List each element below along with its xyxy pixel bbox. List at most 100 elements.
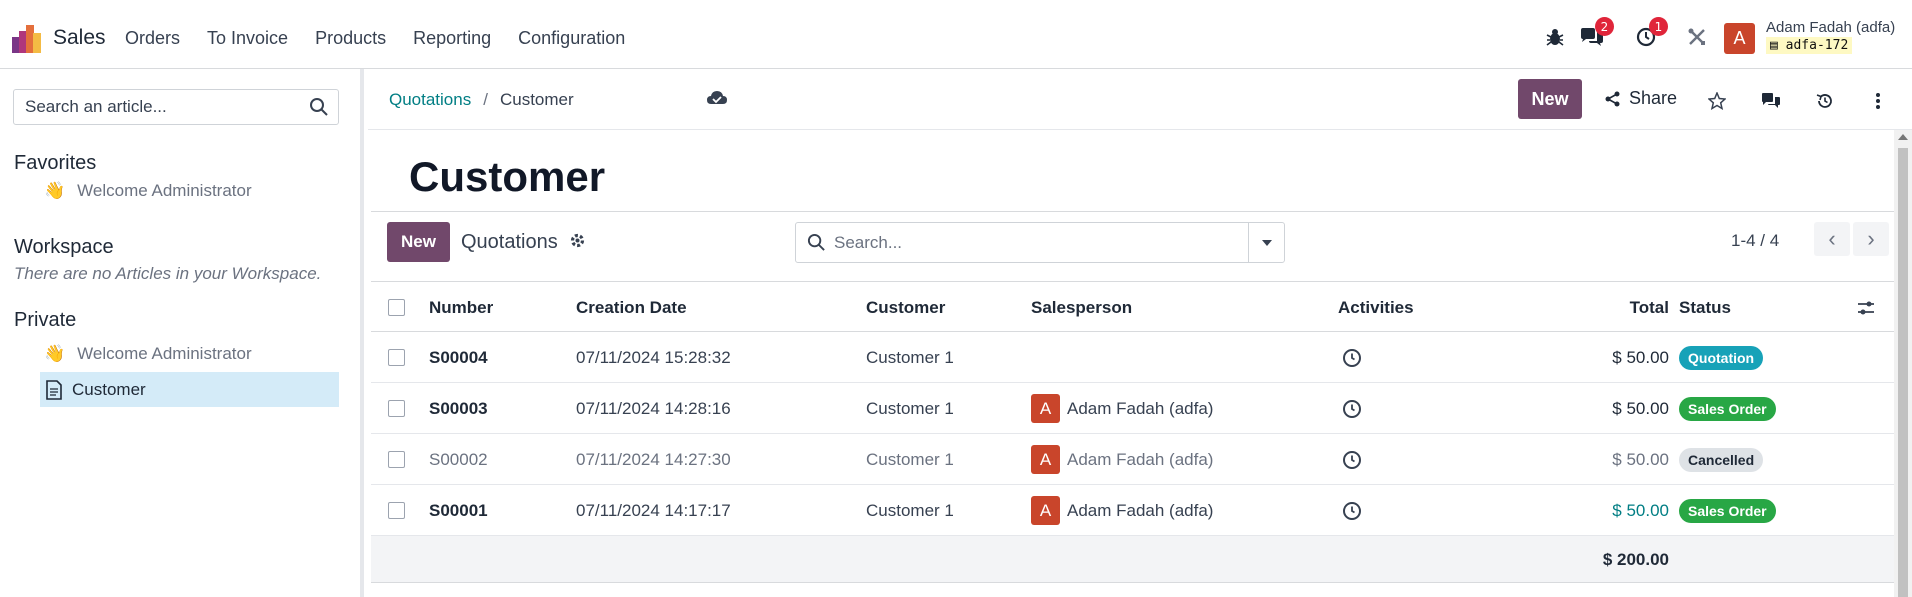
row-number: S00002 [429, 449, 488, 469]
app-name[interactable]: Sales [53, 26, 106, 50]
row-salesperson[interactable]: A Adam Fadah (adfa) [1031, 485, 1213, 536]
row-checkbox[interactable] [388, 349, 405, 366]
row-checkbox[interactable] [388, 400, 405, 417]
status-badge: Sales Order [1679, 396, 1776, 421]
gear-icon[interactable] [569, 232, 586, 249]
chat-count-badge: 2 [1595, 17, 1614, 36]
breadcrumb-quotations-link[interactable]: Quotations [389, 90, 471, 109]
comments-icon[interactable] [1760, 90, 1782, 112]
menu-products[interactable]: Products [315, 28, 386, 49]
column-activities[interactable]: Activities [1338, 282, 1414, 333]
cloud-saved-icon [707, 91, 727, 104]
row-salesperson[interactable]: A Adam Fadah (adfa) [1031, 434, 1213, 485]
column-number[interactable]: Number [429, 282, 493, 333]
row-status: Sales Order [1679, 485, 1776, 536]
chevron-left-icon: ‹ [1828, 226, 1836, 251]
document-icon [46, 379, 62, 400]
column-status[interactable]: Status [1679, 282, 1731, 333]
menu-configuration[interactable]: Configuration [518, 28, 625, 49]
select-all-checkbox[interactable] [388, 299, 405, 316]
table-row[interactable]: S00004 07/11/2024 15:28:32 Customer 1 $ … [371, 332, 1895, 383]
menu-reporting[interactable]: Reporting [413, 28, 491, 49]
user-avatar[interactable]: A [1724, 23, 1755, 54]
breadcrumb-current: Customer [499, 90, 574, 109]
row-customer: Customer 1 [866, 398, 954, 418]
search-icon[interactable] [309, 97, 329, 117]
favorite-item[interactable]: 👋 Welcome Administrator [44, 174, 252, 208]
status-badge: Sales Order [1679, 498, 1776, 523]
row-salesperson[interactable]: A Adam Fadah (adfa) [1031, 383, 1213, 434]
main-scrollbar[interactable] [1894, 130, 1912, 597]
row-number: S00004 [429, 347, 488, 367]
main-menu: Orders To Invoice Products Reporting Con… [125, 28, 652, 49]
new-quotation-button[interactable]: New [387, 222, 450, 262]
history-icon[interactable] [1814, 90, 1836, 112]
article-main: Quotations / Customer New Share Customer N… [368, 69, 1912, 597]
tools-icon[interactable] [1685, 25, 1709, 49]
column-total[interactable]: Total [1471, 282, 1669, 333]
active-article-customer[interactable]: Customer [40, 372, 339, 407]
row-status: Cancelled [1679, 434, 1764, 485]
menu-orders[interactable]: Orders [125, 28, 180, 49]
row-number: S00003 [429, 398, 488, 418]
top-navbar: Sales Orders To Invoice Products Reporti… [0, 0, 1912, 69]
favorite-star-icon[interactable] [1706, 90, 1728, 112]
more-options-icon[interactable] [1867, 90, 1889, 112]
column-customer[interactable]: Customer [866, 282, 945, 333]
column-salesperson[interactable]: Salesperson [1031, 282, 1132, 333]
row-checkbox[interactable] [388, 502, 405, 519]
pager-previous-button[interactable]: ‹ [1814, 222, 1850, 256]
share-button[interactable]: Share [1605, 88, 1677, 109]
optional-columns-toggle[interactable] [1857, 282, 1875, 333]
pager-next-button[interactable]: › [1853, 222, 1889, 256]
activity-clock-icon[interactable] [1342, 332, 1362, 383]
breadcrumb: Quotations / Customer [389, 90, 574, 110]
scroll-up-arrow-icon[interactable] [1898, 134, 1908, 140]
new-article-button[interactable]: New [1518, 79, 1582, 119]
chat-bubbles-icon[interactable]: 2 [1580, 17, 1614, 49]
sales-app-logo-icon[interactable] [12, 25, 42, 53]
database-name: ▤ adfa-172 [1766, 37, 1853, 54]
scrollbar-thumb[interactable] [1898, 148, 1908, 597]
chevron-right-icon: › [1867, 226, 1875, 251]
article-title[interactable]: Customer [409, 153, 605, 201]
private-item[interactable]: 👋 Welcome Administrator [44, 337, 252, 371]
table-row[interactable]: S00002 07/11/2024 14:27:30 Customer 1 AA… [371, 434, 1895, 485]
list-search-box [795, 222, 1285, 263]
salesperson-name: Adam Fadah (adfa) [1067, 500, 1214, 520]
row-customer: Customer 1 [866, 347, 954, 367]
share-label: Share [1629, 88, 1678, 108]
avatar: A [1031, 394, 1060, 423]
share-icon [1605, 91, 1620, 106]
activity-clock-icon[interactable] [1342, 485, 1362, 536]
avatar: A [1031, 496, 1060, 525]
table-row[interactable]: S00003 07/11/2024 14:28:16 Customer 1 AA… [371, 383, 1895, 434]
menu-to-invoice[interactable]: To Invoice [207, 28, 288, 49]
caret-down-icon [1261, 239, 1272, 246]
pager-value[interactable]: 1-4 / 4 [1731, 231, 1779, 251]
user-name[interactable]: Adam Fadah (adfa) [1766, 19, 1895, 36]
row-customer: Customer 1 [866, 449, 954, 469]
row-number: S00001 [429, 500, 488, 520]
article-search-input[interactable] [14, 90, 294, 124]
activity-clock-icon[interactable] [1342, 383, 1362, 434]
knowledge-sidebar: Favorites 👋 Welcome Administrator Worksp… [0, 69, 364, 597]
search-options-toggle[interactable] [1248, 223, 1284, 262]
row-total: $ 50.00 [1612, 449, 1669, 469]
table-footer-row: $ 200.00 [371, 536, 1895, 583]
table-row[interactable]: S00001 07/11/2024 14:17:17 Customer 1 AA… [371, 485, 1895, 536]
debug-bug-icon[interactable] [1543, 25, 1567, 49]
activity-clock-icon[interactable] [1342, 434, 1362, 485]
breadcrumb-separator: / [483, 90, 488, 109]
list-search-input[interactable] [834, 223, 1234, 262]
status-badge: Cancelled [1679, 447, 1764, 472]
activity-clock-icon[interactable]: 1 [1634, 17, 1668, 49]
waving-hand-icon: 👋 [44, 344, 66, 363]
row-status: Sales Order [1679, 383, 1776, 434]
status-badge: Quotation [1679, 345, 1764, 370]
row-checkbox[interactable] [388, 451, 405, 468]
column-creation-date[interactable]: Creation Date [576, 282, 687, 333]
row-total: $ 50.00 [1612, 398, 1669, 418]
favorites-heading: Favorites [14, 152, 97, 174]
table-header-row: Number Creation Date Customer Salesperso… [371, 281, 1895, 332]
